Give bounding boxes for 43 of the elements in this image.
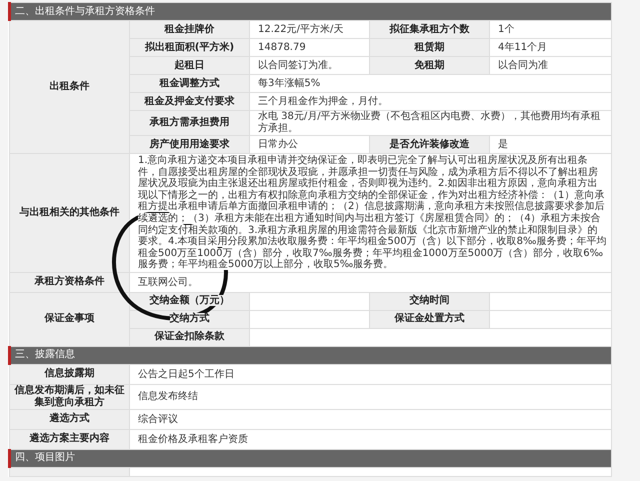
field-label: 拟出租面积(平方米) bbox=[130, 38, 250, 56]
row-label: 承租方资格条件 bbox=[10, 272, 130, 292]
field-label: 保证金扣除条款 bbox=[130, 328, 250, 346]
section-header: 三、披露信息 bbox=[10, 346, 612, 364]
field-label: 免租期 bbox=[370, 56, 490, 74]
row-label: 信息发布期满后，如未征集到意向承租方 bbox=[10, 384, 130, 410]
field-label: 起租日 bbox=[130, 56, 250, 74]
field-label: 拟征集承租方个数 bbox=[370, 20, 490, 38]
row-label: 信息披露期 bbox=[10, 364, 130, 384]
field-value: 以合同为准 bbox=[490, 56, 612, 74]
row-label: 遴选方式 bbox=[10, 409, 130, 430]
field-label: 承租方需承担费用 bbox=[130, 110, 250, 136]
field-value: 14878.79 bbox=[250, 38, 370, 56]
field-value: 日常办公 bbox=[250, 136, 370, 154]
field-value: 12.22元/平方米/天 bbox=[250, 20, 370, 38]
field-value: 1.意向承租方递交本项目承租申请并交纳保证金，即表明已完全了解与认可出租房屋状况及所有出租条件，自愿接受出租房屋的全部现状及瑕疵，并愿承担一切责任与风险，成为承租方后不得以不了解出租房屋状况及瑕疵为由主张退还出租房屋或拒付租金，否则即视为违约。2.如因非出租方原因，意向承租方出现以下情形之一的，出租方有权扣除意向承租方交纳的全部保证金，作为对出租方经济补偿：（1）意向承租方提出承租申请后单方面撤回承租申请的；（2）信息披露期满，意向承租方未按照信息披露要求参加后续遴选的；（3）承租方未能在出租方通知时间内与出租方签订《房屋租赁合同》的；（4）承租方未按合同约定支付相关款项的。3.承租方承租房屋的用途需符合最新版《北京市新增产业的禁止和限制目录》的要求。4.本项目采用分段累加法收取服务费：年平均租金500万（含）以下部分，收取8‰服务费；年平均租金500万至1000万（含）部分，收取7‰服务费；年平均租金1000万至5000万（含）部分，收取6‰服务费；年平均租金5000万以上部分，收取5‰服务费。 bbox=[130, 154, 612, 272]
field-value: 公告之日起5个工作日 bbox=[130, 364, 612, 384]
field-label: 租金及押金支付要求 bbox=[130, 92, 250, 110]
row-label: 保证金事项 bbox=[10, 292, 130, 346]
field-label: 租金挂牌价 bbox=[130, 20, 250, 38]
field-value: 三个月租金作为押金，月付。 bbox=[250, 92, 612, 110]
field-label: 交纳金额（万元） bbox=[130, 292, 250, 310]
section-header: 二、出租条件与承租方资格条件 bbox=[10, 2, 612, 20]
field-value: 4年11个月 bbox=[490, 38, 612, 56]
field-label: 保证金处置方式 bbox=[370, 310, 490, 328]
field-value: 租金价格及承租客户资质 bbox=[130, 429, 612, 450]
field-value: 水电 38元/月/平方米物业费（不包含租区内电费、水费），其他费用均有承租方承担。 bbox=[250, 110, 612, 136]
field-value: 信息发布终结 bbox=[130, 384, 612, 410]
section-header: 四、项目图片 bbox=[10, 449, 612, 468]
field-value: 互联网公司。 bbox=[130, 272, 612, 292]
field-value: 以合同签订为准。 bbox=[250, 56, 370, 74]
field-value: 1个 bbox=[490, 20, 612, 38]
field-value: 综合评议 bbox=[130, 409, 612, 430]
field-label: 是否允许装修改造 bbox=[370, 136, 490, 154]
row-label: 出租条件 bbox=[10, 20, 130, 154]
field-label: 租金调整方式 bbox=[130, 74, 250, 92]
field-value: 是 bbox=[490, 136, 612, 154]
row-label: 与出租相关的其他条件 bbox=[10, 154, 130, 272]
field-label: 租赁期 bbox=[370, 38, 490, 56]
row-label: 遴选方案主要内容 bbox=[10, 429, 130, 450]
field-value: 每3年涨幅5% bbox=[250, 74, 612, 92]
field-label: 房产使用用途要求 bbox=[130, 136, 250, 154]
field-label: 交纳时间 bbox=[370, 292, 490, 310]
